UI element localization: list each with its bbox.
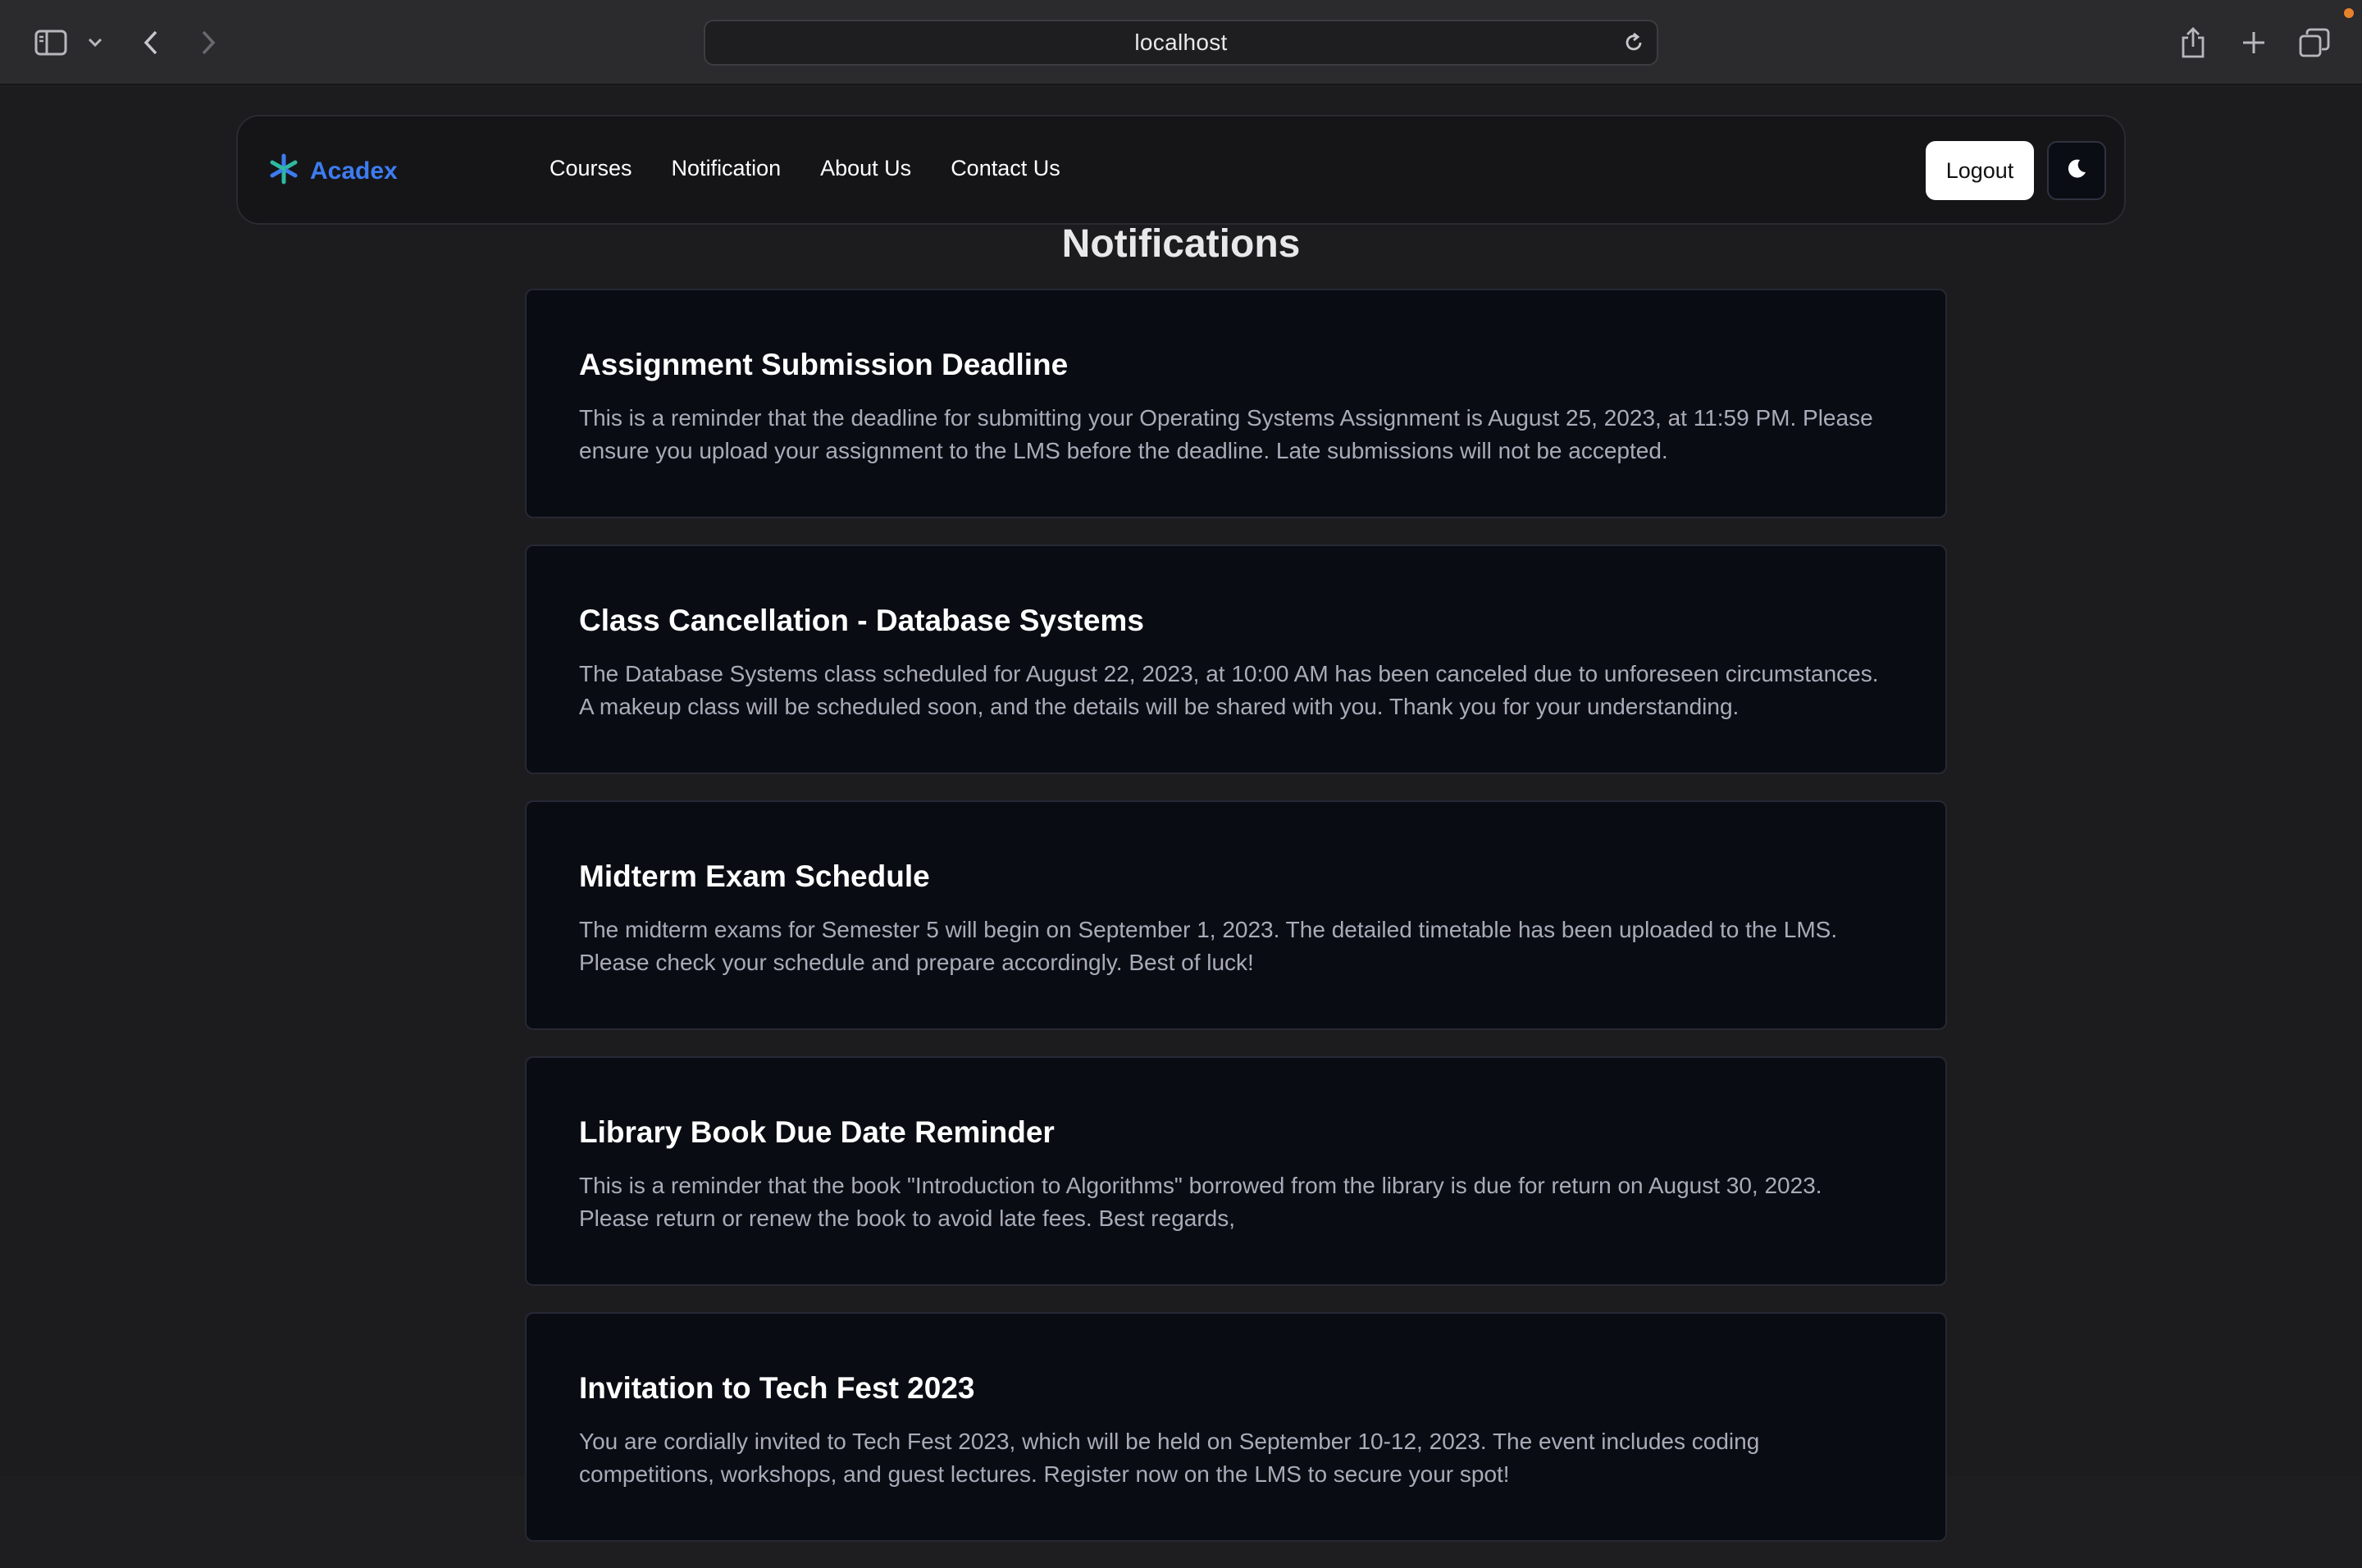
- notification-body: The Database Systems class scheduled for…: [579, 661, 1879, 719]
- notification-title: Class Cancellation - Database Systems: [579, 604, 1144, 637]
- notification-title: Invitation to Tech Fest 2023: [579, 1371, 975, 1405]
- notification-body: You are cordially invited to Tech Fest 2…: [579, 1429, 1760, 1487]
- theme-toggle-button[interactable]: [2047, 141, 2106, 200]
- nav-link-contact-us[interactable]: Contact Us: [951, 156, 1060, 181]
- back-arrow-icon[interactable]: [138, 25, 164, 61]
- notification-card: Class Cancellation - Database Systems Th…: [525, 545, 1947, 774]
- navbar: Acadex Courses Notification About Us Con…: [236, 115, 2126, 225]
- sidebar-toggle-icon[interactable]: [33, 25, 69, 61]
- new-tab-plus-icon[interactable]: [2236, 25, 2272, 61]
- notification-card: Assignment Submission Deadline This is a…: [525, 289, 1947, 518]
- share-icon[interactable]: [2175, 25, 2211, 61]
- forward-arrow-icon[interactable]: [195, 25, 221, 61]
- logout-button[interactable]: Logout: [1926, 141, 2034, 200]
- nav-link-notification[interactable]: Notification: [672, 156, 782, 181]
- brand[interactable]: Acadex: [267, 153, 398, 189]
- notification-title: Library Book Due Date Reminder: [579, 1115, 1055, 1149]
- notification-dot: [2344, 8, 2354, 18]
- notification-card: Midterm Exam Schedule The midterm exams …: [525, 800, 1947, 1030]
- notification-title: Midterm Exam Schedule: [579, 859, 930, 893]
- tab-overview-icon[interactable]: [2296, 25, 2332, 61]
- acadex-logo-icon: [267, 153, 300, 189]
- notification-card: Invitation to Tech Fest 2023 You are cor…: [525, 1312, 1947, 1542]
- browser-toolbar: localhost: [0, 0, 2362, 85]
- nav-link-courses[interactable]: Courses: [549, 156, 632, 181]
- page: Acadex Courses Notification About Us Con…: [0, 87, 2362, 1542]
- nav-link-about-us[interactable]: About Us: [820, 156, 911, 181]
- nav-links: Courses Notification About Us Contact Us: [549, 156, 1060, 181]
- brand-name: Acadex: [310, 157, 398, 185]
- page-title: Notifications: [1061, 222, 1301, 266]
- moon-icon: [2065, 157, 2088, 185]
- chevron-down-icon[interactable]: [85, 25, 105, 61]
- address-bar[interactable]: localhost: [704, 20, 1658, 66]
- notification-title: Assignment Submission Deadline: [579, 348, 1069, 381]
- notification-body: This is a reminder that the deadline for…: [579, 405, 1873, 463]
- notification-body: The midterm exams for Semester 5 will be…: [579, 917, 1838, 975]
- reload-icon[interactable]: [1622, 31, 1645, 58]
- notification-body: This is a reminder that the book "Introd…: [579, 1173, 1822, 1231]
- url-text: localhost: [1134, 30, 1228, 55]
- notification-list: Assignment Submission Deadline This is a…: [525, 289, 1947, 1568]
- notification-card: Library Book Due Date Reminder This is a…: [525, 1056, 1947, 1286]
